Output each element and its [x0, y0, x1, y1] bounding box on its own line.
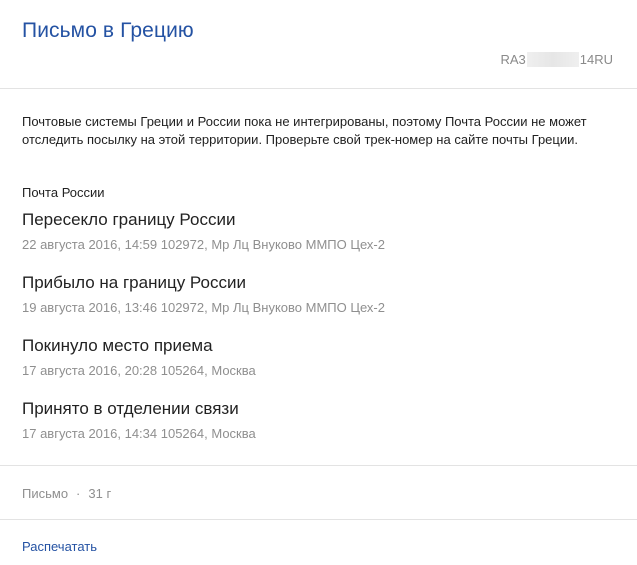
separator-dot: ·	[76, 486, 81, 501]
shipment-weight: 31 г	[88, 486, 112, 501]
tracking-number-prefix: RA3	[500, 52, 526, 67]
page-title: Письмо в Грецию	[22, 19, 194, 42]
header: Письмо в Грецию RA3 14RU	[0, 0, 637, 89]
tracking-event: Покинуло место приема 17 августа 2016, 2…	[22, 335, 256, 379]
event-status: Покинуло место приема	[22, 336, 213, 355]
tracking-number: RA3 14RU	[500, 52, 613, 67]
tracking-event: Пересекло границу России 22 августа 2016…	[22, 209, 385, 253]
shipment-type: Письмо	[22, 486, 69, 501]
print-link[interactable]: Распечатать	[22, 539, 97, 554]
event-details: 22 августа 2016, 14:59 102972, Мр Лц Вну…	[22, 237, 385, 252]
tracking-event: Прибыло на границу России 19 августа 201…	[22, 272, 385, 316]
shipment-summary: Письмо · 31 г	[22, 486, 111, 501]
event-status: Прибыло на границу России	[22, 273, 246, 292]
event-details: 19 августа 2016, 13:46 102972, Мр Лц Вну…	[22, 300, 385, 315]
event-status: Принято в отделении связи	[22, 399, 239, 418]
event-details: 17 августа 2016, 14:34 105264, Москва	[22, 426, 256, 441]
tracking-number-mask	[526, 52, 579, 67]
event-status: Пересекло границу России	[22, 210, 236, 229]
tracking-number-suffix: 14RU	[579, 52, 613, 67]
carrier-label: Почта России	[22, 185, 105, 200]
tracking-event: Принято в отделении связи 17 августа 201…	[22, 398, 256, 442]
divider	[0, 519, 637, 520]
divider	[0, 465, 637, 466]
event-details: 17 августа 2016, 20:28 105264, Москва	[22, 363, 256, 378]
integration-notice: Почтовые системы Греции и России пока не…	[22, 114, 587, 147]
